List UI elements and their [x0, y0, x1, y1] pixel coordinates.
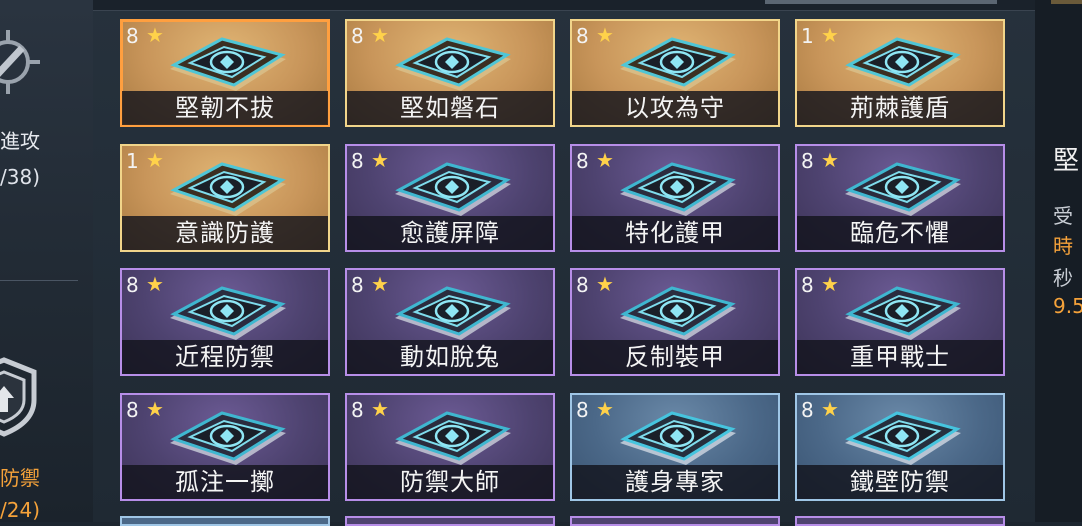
- skill-card[interactable]: 8 ★ 動如脫兔: [345, 268, 555, 376]
- card-level: 8: [126, 398, 139, 422]
- shield-defense-icon: [0, 357, 37, 437]
- card-level: 8: [126, 24, 139, 48]
- detail-line: 秒: [1053, 266, 1073, 290]
- card-level: 8: [801, 398, 814, 422]
- card-level: 8: [351, 24, 364, 48]
- attack-category-label[interactable]: 進攻: [0, 125, 40, 154]
- card-name: 護身專家: [625, 468, 725, 496]
- card-name: 孤注一擲: [175, 468, 275, 496]
- scrollbar-thumb[interactable]: [765, 0, 997, 4]
- skill-card[interactable]: 8 ★ 反制裝甲: [570, 268, 780, 376]
- card-name: 鐵壁防禦: [850, 468, 950, 496]
- next-row-card-partial[interactable]: [795, 516, 1005, 526]
- skill-card[interactable]: 8 ★ 近程防禦: [120, 268, 330, 376]
- detail-line: 受: [1053, 204, 1073, 228]
- detail-line: 時: [1053, 234, 1073, 258]
- card-level: 8: [576, 398, 589, 422]
- card-name: 堅韌不拔: [175, 94, 275, 122]
- left-category-panel: 進攻 /38) 防禦 /24): [0, 0, 93, 522]
- card-level: 8: [576, 273, 589, 297]
- card-name: 堅如磐石: [400, 94, 500, 122]
- skill-card[interactable]: 8 ★ 孤注一擲: [120, 393, 330, 501]
- skill-card[interactable]: 1 ★ 意識防護: [120, 144, 330, 252]
- next-row-card-partial[interactable]: [570, 516, 780, 526]
- card-name: 特化護甲: [625, 219, 725, 247]
- left-divider: [0, 280, 78, 281]
- next-row-card-partial[interactable]: [345, 516, 555, 526]
- skill-card-grid: 8 ★ 堅韌不拔 8 ★ 堅如磐石 8 ★ 以攻為守 1 ★ 荊棘護盾 1 ★ 意識防護 8 ★ 愈護屏障 8 ★ 特化…: [93, 0, 1035, 526]
- card-level: 8: [351, 273, 364, 297]
- skill-card[interactable]: 8 ★ 堅韌不拔: [120, 19, 330, 127]
- detail-value: 9.5: [1053, 294, 1082, 318]
- skill-card[interactable]: 8 ★ 以攻為守: [570, 19, 780, 127]
- skill-card[interactable]: 8 ★ 愈護屏障: [345, 144, 555, 252]
- card-name: 反制裝甲: [625, 343, 725, 371]
- card-level: 8: [801, 149, 814, 173]
- skill-card[interactable]: 8 ★ 特化護甲: [570, 144, 780, 252]
- attack-count: /38): [0, 165, 40, 189]
- card-level: 8: [576, 24, 589, 48]
- card-name: 以攻為守: [625, 94, 725, 122]
- card-level: 8: [801, 273, 814, 297]
- card-name: 荊棘護盾: [850, 94, 950, 122]
- defense-count: /24): [0, 498, 40, 522]
- defense-category-label[interactable]: 防禦: [0, 462, 40, 491]
- card-name: 重甲戰士: [850, 343, 950, 371]
- skill-card[interactable]: 1 ★ 荊棘護盾: [795, 19, 1005, 127]
- card-level: 1: [126, 149, 139, 173]
- card-name: 愈護屏障: [400, 219, 500, 247]
- detail-accent: [1051, 0, 1082, 4]
- card-level: 8: [576, 149, 589, 173]
- skill-card[interactable]: 8 ★ 護身專家: [570, 393, 780, 501]
- scroll-top-bar: [93, 0, 1035, 11]
- card-name: 動如脫兔: [400, 343, 500, 371]
- detail-title: 堅: [1053, 146, 1080, 176]
- card-name: 意識防護: [175, 219, 275, 247]
- card-level: 8: [351, 398, 364, 422]
- card-level: 1: [801, 24, 814, 48]
- card-level: 8: [126, 273, 139, 297]
- card-name: 防禦大師: [400, 468, 500, 496]
- crosshair-attack-icon: [0, 30, 40, 94]
- skill-card[interactable]: 8 ★ 防禦大師: [345, 393, 555, 501]
- skill-card[interactable]: 8 ★ 臨危不懼: [795, 144, 1005, 252]
- skill-card[interactable]: 8 ★ 堅如磐石: [345, 19, 555, 127]
- skill-card[interactable]: 8 ★ 鐵壁防禦: [795, 393, 1005, 501]
- card-name: 臨危不懼: [850, 219, 950, 247]
- skill-card[interactable]: 8 ★ 重甲戰士: [795, 268, 1005, 376]
- detail-panel: 堅 受 時 秒 9.5: [1035, 0, 1082, 522]
- next-row-card-partial[interactable]: [120, 516, 330, 526]
- card-level: 8: [351, 149, 364, 173]
- card-name: 近程防禦: [175, 343, 275, 371]
